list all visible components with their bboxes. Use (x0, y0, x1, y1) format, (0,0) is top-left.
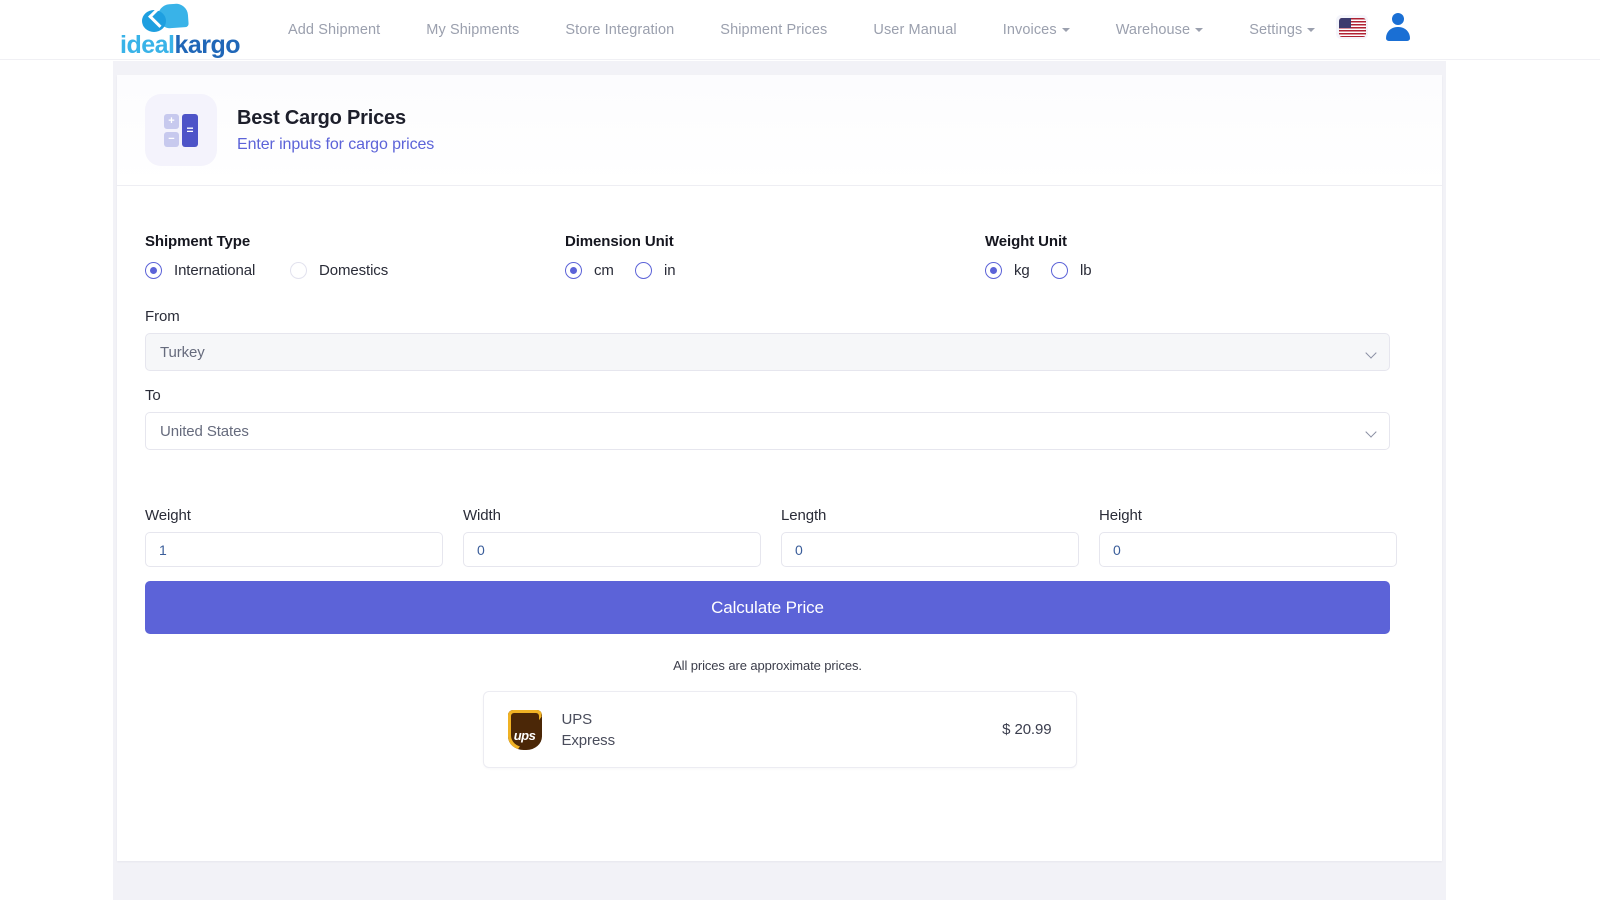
shipment-type-label: Shipment Type (145, 233, 251, 250)
radio-indicator (985, 262, 1002, 279)
radio-label: cm (594, 262, 614, 279)
carrier-result-row[interactable]: ups UPS Express $ 20.99 (482, 691, 1077, 768)
brand-text-second: kargo (174, 31, 241, 59)
brand-logo[interactable]: idealkargo (120, 2, 241, 58)
radio-dimension-unit-in[interactable]: in (635, 262, 676, 279)
chevron-down-icon (1365, 347, 1377, 359)
weight-unit-group: Weight Unit kg lb (985, 233, 1405, 279)
top-navigation-bar: idealkargo Add Shipment My Shipments Sto… (0, 0, 1600, 60)
to-country-select[interactable]: United States (145, 412, 1390, 450)
radio-label: Domestics (319, 262, 389, 279)
height-input[interactable] (1099, 532, 1397, 567)
from-country-value: Turkey (160, 343, 205, 361)
radio-weight-unit-kg[interactable]: kg (985, 262, 1051, 279)
price-disclaimer: All prices are approximate prices. (673, 658, 862, 673)
length-label: Length (781, 507, 827, 524)
weight-input[interactable] (145, 532, 443, 567)
height-field-block: Height (1099, 507, 1397, 567)
plus-glyph: + (164, 114, 179, 129)
nav-links: Add Shipment My Shipments Store Integrat… (265, 0, 1338, 60)
nav-label: Shipment Prices (720, 22, 828, 38)
width-label: Width (463, 507, 501, 524)
nav-label: Warehouse (1115, 22, 1191, 38)
radio-indicator (145, 262, 162, 279)
radio-shipment-type-international[interactable]: International (145, 262, 290, 279)
shipment-type-group: Shipment Type International Domestics (145, 233, 565, 279)
width-input[interactable] (463, 532, 761, 567)
radio-indicator (565, 262, 582, 279)
to-label: To (145, 387, 161, 404)
length-field-block: Length (781, 507, 1079, 567)
weight-unit-label: Weight Unit (985, 233, 1067, 250)
nav-item-my-shipments[interactable]: My Shipments (403, 0, 542, 60)
card-header: + − = Best Cargo Prices Enter inputs for… (117, 75, 1442, 186)
carrier-service: Express (561, 731, 616, 749)
app-page: idealkargo Add Shipment My Shipments Sto… (0, 0, 1600, 900)
nav-item-user-manual[interactable]: User Manual (850, 0, 979, 60)
nav-label: Add Shipment (288, 22, 381, 38)
brand-wordmark: idealkargo (120, 31, 241, 59)
chevron-down-icon (1195, 28, 1204, 33)
carrier-price: $ 20.99 (1002, 721, 1052, 738)
nav-label: Invoices (1002, 22, 1057, 38)
radio-indicator (290, 262, 307, 279)
results-list: ups UPS Express $ 20.99 (145, 691, 1414, 768)
page-subtitle: Enter inputs for cargo prices (237, 135, 435, 153)
chevron-down-icon (1365, 426, 1377, 438)
width-field-block: Width (463, 507, 761, 567)
weight-label: Weight (145, 507, 191, 524)
radio-weight-unit-lb[interactable]: lb (1051, 262, 1092, 279)
page-title: Best Cargo Prices (237, 106, 406, 129)
equals-glyph: = (182, 114, 198, 147)
calculator-icon: + − = (145, 94, 217, 166)
nav-item-store-integration[interactable]: Store Integration (542, 0, 697, 60)
weight-field-block: Weight (145, 507, 443, 567)
carrier-name: UPS (561, 710, 593, 728)
radio-label: in (664, 262, 676, 279)
radio-indicator (1051, 262, 1068, 279)
language-selector-button[interactable] (1336, 15, 1368, 39)
ups-logo-text: ups (513, 727, 536, 743)
radio-label: lb (1080, 262, 1092, 279)
to-country-value: United States (160, 422, 249, 440)
from-country-select[interactable]: Turkey (145, 333, 1390, 371)
nav-label: Settings (1249, 22, 1303, 38)
chevron-down-icon (1307, 28, 1316, 33)
nav-item-settings[interactable]: Settings (1226, 0, 1338, 60)
dimension-unit-group: Dimension Unit cm in (565, 233, 985, 279)
cargo-price-card: + − = Best Cargo Prices Enter inputs for… (117, 75, 1442, 861)
measurements-row: Weight Width Length Height (145, 507, 1414, 567)
from-label: From (145, 308, 180, 325)
radio-label: International (174, 262, 256, 279)
nav-label: Store Integration (565, 22, 675, 38)
height-label: Height (1099, 507, 1142, 524)
radio-dimension-unit-cm[interactable]: cm (565, 262, 635, 279)
calculate-price-button[interactable]: Calculate Price (145, 581, 1390, 634)
to-field-block: To United States (145, 387, 1414, 450)
radio-shipment-type-domestics[interactable]: Domestics (290, 262, 388, 279)
cloud-arrow-icon (140, 2, 202, 32)
chevron-down-icon (1061, 28, 1070, 33)
brand-text-first: ideal (120, 31, 175, 59)
minus-glyph: − (164, 132, 179, 147)
nav-item-invoices[interactable]: Invoices (980, 0, 1093, 60)
nav-label: User Manual (873, 22, 957, 38)
nav-label: My Shipments (426, 22, 520, 38)
user-avatar-icon[interactable] (1384, 13, 1412, 41)
ups-logo-icon: ups (507, 709, 542, 750)
radio-label: kg (1014, 262, 1030, 279)
nav-item-add-shipment[interactable]: Add Shipment (265, 0, 403, 60)
nav-item-shipment-prices[interactable]: Shipment Prices (697, 0, 850, 60)
us-flag-icon (1338, 17, 1366, 37)
content-shell: + − = Best Cargo Prices Enter inputs for… (113, 61, 1446, 900)
dimension-unit-label: Dimension Unit (565, 233, 674, 250)
nav-right-actions (1336, 13, 1412, 41)
unit-options-row: Shipment Type International Domestics Di… (145, 233, 1414, 279)
cargo-price-form: Shipment Type International Domestics Di… (117, 233, 1442, 768)
from-field-block: From Turkey (145, 308, 1414, 371)
radio-indicator (635, 262, 652, 279)
nav-item-warehouse[interactable]: Warehouse (1093, 0, 1227, 60)
length-input[interactable] (781, 532, 1079, 567)
